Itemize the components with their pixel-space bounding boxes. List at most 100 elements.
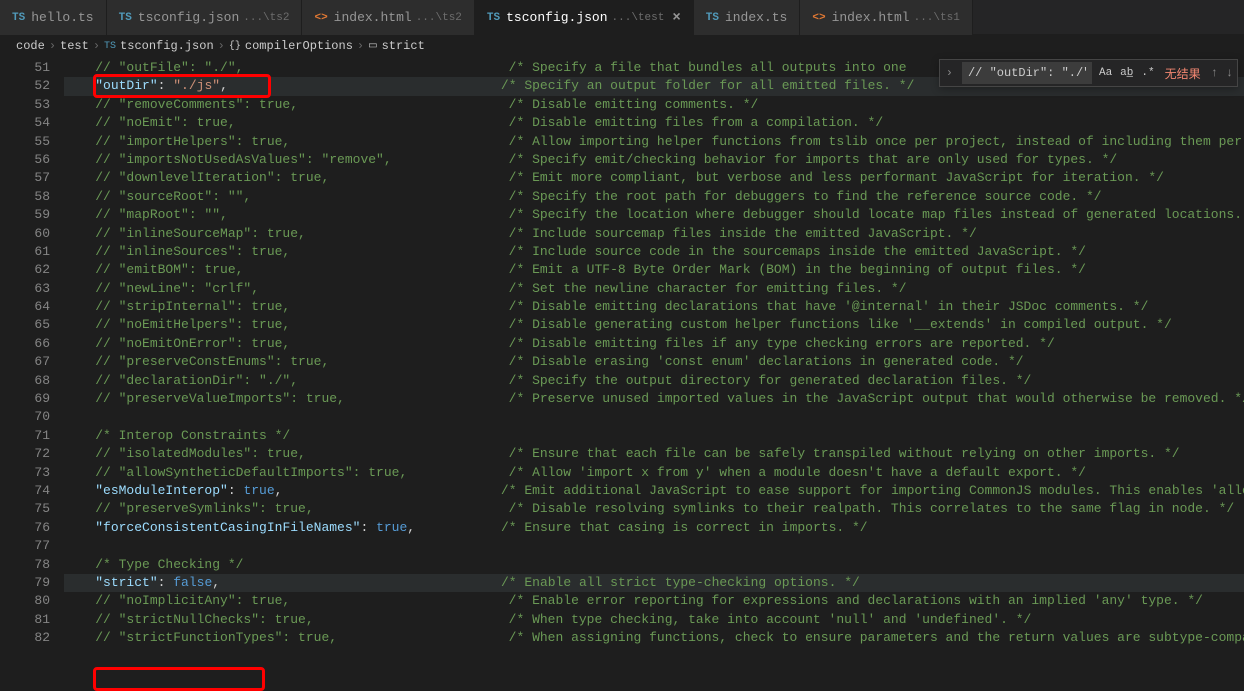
tab-path: ...\ts2 [416, 12, 462, 24]
breadcrumb[interactable]: code › test › TS tsconfig.json › {} compilerOp… [0, 35, 1244, 57]
tab-index-html[interactable]: <> index.html ...\ts2 [302, 0, 474, 35]
code-line[interactable]: // "isolatedModules": true, /* Ensure th… [64, 445, 1244, 463]
code-line[interactable]: /* Type Checking */ [64, 556, 1244, 574]
find-input[interactable] [962, 62, 1092, 84]
code-line[interactable]: // "preserveConstEnums": true, /* Disabl… [64, 353, 1244, 371]
code-line[interactable]: // "noImplicitAny": true, /* Enable erro… [64, 592, 1244, 610]
code-line[interactable]: // "downlevelIteration": true, /* Emit m… [64, 169, 1244, 187]
file-icon: TS [487, 12, 500, 24]
line-number: 82 [0, 629, 50, 647]
line-number: 53 [0, 96, 50, 114]
code-line[interactable] [64, 537, 1244, 555]
code-area[interactable]: // "outFile": "./", /* Specify a file th… [64, 57, 1244, 677]
code-line[interactable]: // "importHelpers": true, /* Allow impor… [64, 133, 1244, 151]
breadcrumb-sep: › [93, 39, 100, 53]
code-line[interactable]: // "preserveSymlinks": true, /* Disable … [64, 500, 1244, 518]
code-line[interactable]: // "strictNullChecks": true, /* When typ… [64, 611, 1244, 629]
code-line[interactable]: // "noEmitHelpers": true, /* Disable gen… [64, 316, 1244, 334]
code-line[interactable]: // "inlineSourceMap": true, /* Include s… [64, 225, 1244, 243]
highlight-box-strict [93, 667, 265, 691]
line-number: 63 [0, 280, 50, 298]
tab-tsconfig-json[interactable]: TStsconfig.json...\test× [475, 0, 694, 35]
line-number: 73 [0, 464, 50, 482]
line-number: 72 [0, 445, 50, 463]
code-line[interactable]: "strict": false, /* Enable all strict ty… [64, 574, 1244, 592]
line-number: 56 [0, 151, 50, 169]
line-number: 81 [0, 611, 50, 629]
code-line[interactable]: // "sourceRoot": "", /* Specify the root… [64, 188, 1244, 206]
line-number: 75 [0, 500, 50, 518]
code-line[interactable]: // "inlineSources": true, /* Include sou… [64, 243, 1244, 261]
code-line[interactable]: // "removeComments": true, /* Disable em… [64, 96, 1244, 114]
code-line[interactable]: // "declarationDir": "./", /* Specify th… [64, 372, 1244, 390]
line-number: 77 [0, 537, 50, 555]
line-number: 80 [0, 592, 50, 610]
line-number: 65 [0, 316, 50, 334]
tab-tsconfig-json[interactable]: TStsconfig.json...\ts2 [107, 0, 303, 35]
code-line[interactable]: // "newLine": "crlf", /* Set the newline… [64, 280, 1244, 298]
code-line[interactable]: // "strictFunctionTypes": true, /* When … [64, 629, 1244, 647]
line-number: 76 [0, 519, 50, 537]
tab-path: ...\ts2 [243, 12, 289, 24]
tab-label: index.ts [725, 10, 787, 25]
find-regex-icon[interactable]: .* [1137, 67, 1158, 79]
code-line[interactable]: // "mapRoot": "", /* Specify the locatio… [64, 206, 1244, 224]
brace-icon: {} [229, 41, 241, 52]
highlight-box-outdir [93, 74, 271, 98]
breadcrumb-item[interactable]: strict [382, 39, 425, 53]
line-number: 71 [0, 427, 50, 445]
close-icon[interactable]: × [672, 10, 680, 26]
code-line[interactable]: // "allowSyntheticDefaultImports": true,… [64, 464, 1244, 482]
code-line[interactable]: // "stripInternal": true, /* Disable emi… [64, 298, 1244, 316]
breadcrumb-sep: › [357, 39, 364, 53]
breadcrumb-item[interactable]: test [60, 39, 89, 53]
tab-label: hello.ts [31, 10, 93, 25]
code-line[interactable]: /* Interop Constraints */ [64, 427, 1244, 445]
line-number: 70 [0, 408, 50, 426]
line-number: 58 [0, 188, 50, 206]
line-number: 64 [0, 298, 50, 316]
file-icon: TS [104, 41, 116, 52]
line-number: 67 [0, 353, 50, 371]
code-line[interactable]: "esModuleInterop": true, /* Emit additio… [64, 482, 1244, 500]
breadcrumb-item[interactable]: compilerOptions [245, 39, 353, 53]
property-icon: ▭ [368, 40, 377, 52]
find-toggle-icon[interactable]: › [940, 66, 959, 80]
file-icon: <> [314, 12, 327, 24]
code-line[interactable]: // "preserveValueImports": true, /* Pres… [64, 390, 1244, 408]
tab-label: index.html [334, 10, 412, 25]
line-number: 60 [0, 225, 50, 243]
line-number: 66 [0, 335, 50, 353]
breadcrumb-item[interactable]: code [16, 39, 45, 53]
code-line[interactable]: // "importsNotUsedAsValues": "remove", /… [64, 151, 1244, 169]
line-number: 68 [0, 372, 50, 390]
line-number: 54 [0, 114, 50, 132]
find-prev-icon[interactable]: ↑ [1207, 66, 1222, 80]
tab-hello-ts[interactable]: TS hello.ts [0, 0, 107, 35]
code-line[interactable]: // "noEmit": true, /* Disable emitting f… [64, 114, 1244, 132]
line-number: 59 [0, 206, 50, 224]
line-number: 79 [0, 574, 50, 592]
line-number: 62 [0, 261, 50, 279]
find-word-icon[interactable]: ab̲ [1116, 67, 1137, 79]
find-case-icon[interactable]: Aa [1095, 67, 1116, 79]
editor[interactable]: › Aa ab̲ .* 无结果 ↑ ↓ 51525354555657585960… [0, 57, 1244, 677]
line-number: 74 [0, 482, 50, 500]
tab-index-ts[interactable]: TS index.ts [694, 0, 801, 35]
code-line[interactable]: "forceConsistentCasingInFileNames": true… [64, 519, 1244, 537]
find-widget[interactable]: › Aa ab̲ .* 无结果 ↑ ↓ [939, 59, 1238, 87]
file-icon: TS [706, 12, 719, 24]
breadcrumb-item[interactable]: tsconfig.json [120, 39, 214, 53]
file-icon: TS [12, 12, 25, 24]
file-icon: TS [119, 12, 132, 24]
line-number: 51 [0, 59, 50, 77]
code-line[interactable]: // "emitBOM": true, /* Emit a UTF-8 Byte… [64, 261, 1244, 279]
file-icon: <> [812, 12, 825, 24]
breadcrumb-sep: › [218, 39, 225, 53]
code-line[interactable] [64, 408, 1244, 426]
find-next-icon[interactable]: ↓ [1222, 66, 1237, 80]
line-number: 78 [0, 556, 50, 574]
find-result-text: 无结果 [1159, 65, 1207, 82]
tab-index-html[interactable]: <>index.html...\ts1 [800, 0, 972, 35]
code-line[interactable]: // "noEmitOnError": true, /* Disable emi… [64, 335, 1244, 353]
